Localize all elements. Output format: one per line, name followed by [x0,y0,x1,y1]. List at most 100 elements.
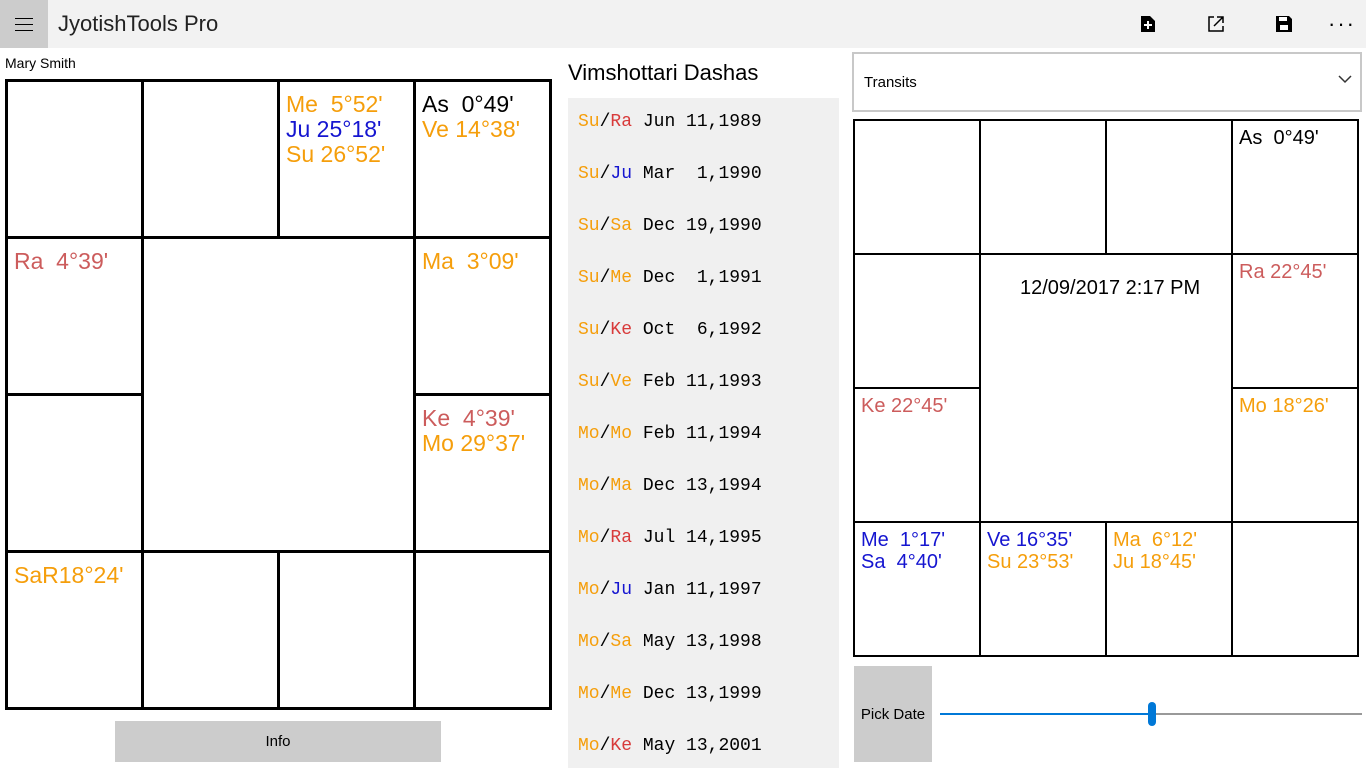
maha-dasha-planet: Su [578,268,600,288]
new-chart-button[interactable] [1132,8,1164,40]
antar-dasha-planet: Me [610,684,633,704]
antar-dasha-planet: Ra [610,112,633,132]
house-cell: Ke 22°45' [853,387,981,523]
natal-chart: Me 5°52' Ju 25°18' Su 26°52' As 0°49' Ve 14°… [5,79,552,710]
planet-position: Su 23°53' [987,551,1074,573]
dasha-row[interactable]: Mo/Mo Feb 11,1994 [578,424,762,476]
info-button[interactable]: Info [115,721,441,762]
chart-center [141,236,416,553]
dasha-start-date: May 13,1998 [642,632,762,652]
planet-position: Me 5°52' [286,91,383,117]
save-button[interactable] [1268,8,1300,40]
house-cell: Ma 3°09' [413,236,552,396]
antar-dasha-planet: Ve [610,372,633,392]
planet-positions: Ra 22°45' [1239,261,1326,283]
date-slider[interactable] [940,700,1362,728]
dasha-row[interactable]: Su/Me Dec 1,1991 [578,268,762,320]
more-options-button[interactable]: ··· [1326,8,1358,40]
person-name: Mary Smith [5,55,76,71]
maha-dasha-planet: Mo [578,580,600,600]
planet-position: Ke 22°45' [861,395,948,417]
house-cell [5,79,144,239]
house-cell: Ra 22°45' [1231,253,1359,389]
open-external-icon [1208,16,1224,32]
dasha-spacer [632,476,643,496]
maha-dasha-planet: Su [578,164,600,184]
dasha-separator: / [599,268,611,288]
dasha-row[interactable]: Su/Sa Dec 19,1990 [578,216,762,268]
house-cell: Me 1°17' Sa 4°40' [853,521,981,657]
planet-position: As 0°49' [1239,127,1319,149]
planet-position: Mo 18°26' [1239,395,1329,417]
house-cell [853,119,981,255]
house-cell: Ra 4°39' [5,236,144,396]
chart-type-dropdown[interactable]: Transits [852,52,1362,112]
dasha-spacer [632,424,643,444]
antar-dasha-planet: Ju [610,164,633,184]
pick-date-button[interactable]: Pick Date [854,666,932,762]
dropdown-selected-value: Transits [864,73,917,91]
house-cell: Ma 6°12' Ju 18°45' [1105,521,1233,657]
house-cell [5,393,144,553]
maha-dasha-planet: Mo [578,632,600,652]
house-cell: Ke 4°39' Mo 29°37' [413,393,552,553]
dasha-spacer [632,580,643,600]
dasha-separator: / [599,164,611,184]
dasha-row[interactable]: Mo/Sa May 13,1998 [578,632,762,684]
save-icon [1276,16,1292,32]
dasha-spacer [632,736,643,756]
planet-positions: As 0°49' [1239,127,1319,149]
dashas-list[interactable]: Su/Ra Jun 11,1989 Su/Ju Mar 1,1990 Su/Sa D… [568,98,839,768]
hamburger-menu-button[interactable] [0,0,48,48]
planet-positions: Ke 22°45' [861,395,947,417]
dasha-row[interactable]: Su/Ve Feb 11,1993 [578,372,762,424]
dasha-start-date: Jul 14,1995 [642,528,762,548]
dasha-spacer [632,268,643,288]
house-cell: SaR18°24' [5,550,144,710]
planet-position: Ma 6°12' [1113,529,1198,551]
planet-positions: Ma 6°12' Ju 18°45' [1113,529,1197,573]
dasha-row[interactable]: Mo/Ke May 13,2001 [578,736,762,768]
planet-position: Sa 4°40' [861,551,942,573]
dasha-separator: / [599,736,611,756]
dasha-row[interactable]: Mo/Me Dec 13,1999 [578,684,762,736]
house-cell [141,79,280,239]
house-cell [141,550,280,710]
dasha-start-date: Jun 11,1989 [642,112,762,132]
house-cell [413,550,552,710]
antar-dasha-planet: Mo [610,424,633,444]
planet-position: Ju 18°45' [1113,551,1196,573]
dasha-spacer [632,216,643,236]
dasha-row[interactable]: Mo/Ju Jan 11,1997 [578,580,762,632]
dasha-row[interactable]: Su/Ju Mar 1,1990 [578,164,762,216]
dasha-separator: / [599,580,611,600]
house-cell [1105,119,1233,255]
dasha-separator: / [599,372,611,392]
planet-position: SaR18°24' [14,562,124,588]
dasha-start-date: Dec 1,1991 [642,268,762,288]
planet-positions: Ve 16°35' Su 23°53' [987,529,1073,573]
planet-positions: Ke 4°39' Mo 29°37' [422,406,525,456]
dasha-separator: / [599,216,611,236]
maha-dasha-planet: Su [578,112,600,132]
planet-position: Ke 4°39' [422,405,515,431]
dasha-spacer [632,528,643,548]
transit-datetime: 12/09/2017 2:17 PM [1020,277,1201,299]
planet-position: Su 26°52' [286,141,386,167]
slider-thumb[interactable] [1148,702,1156,726]
dasha-row[interactable]: Mo/Ma Dec 13,1994 [578,476,762,528]
planet-position: Ve 14°38' [422,116,521,142]
share-button[interactable] [1200,8,1232,40]
dasha-start-date: Dec 13,1994 [642,476,762,496]
planet-position: Ra 4°39' [14,248,109,274]
house-cell [1231,521,1359,657]
antar-dasha-planet: Ke [610,736,633,756]
antar-dasha-planet: Ju [610,580,633,600]
house-cell: Mo 18°26' [1231,387,1359,523]
dasha-row[interactable]: Su/Ke Oct 6,1992 [578,320,762,372]
dasha-spacer [632,632,643,652]
dasha-row[interactable]: Su/Ra Jun 11,1989 [578,112,762,164]
planet-position: Me 1°17' [861,529,946,551]
dasha-row[interactable]: Mo/Ra Jul 14,1995 [578,528,762,580]
antar-dasha-planet: Sa [610,216,633,236]
